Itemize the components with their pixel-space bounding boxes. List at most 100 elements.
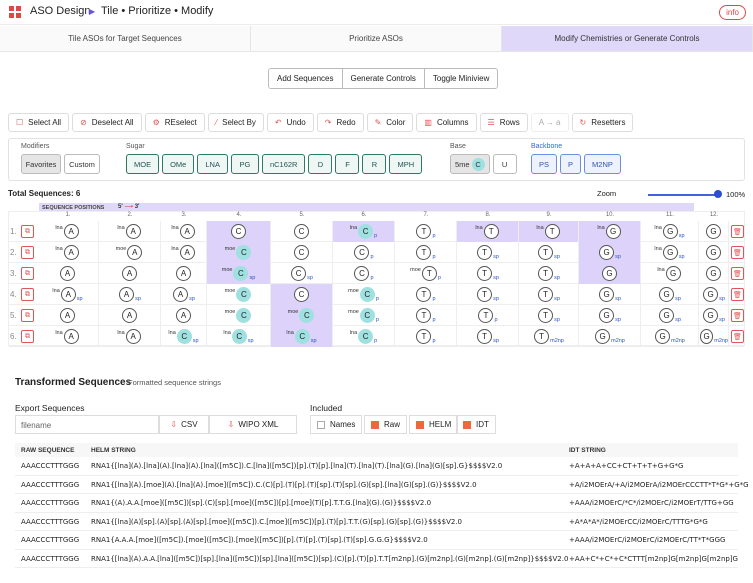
nucleotide-cell[interactable]: lna Csp — [161, 326, 207, 347]
nucleotide-cell[interactable]: A — [37, 305, 99, 326]
sugar-d-button[interactable]: D — [308, 154, 333, 174]
nucleotide-cell[interactable]: moe Tp — [395, 263, 457, 284]
nucleotide-cell[interactable]: Gm2np — [641, 326, 699, 347]
nucleotide-cell[interactable]: lna T — [457, 221, 519, 242]
toolbar-select-by-button[interactable]: ⁄ Select By — [207, 113, 264, 132]
nucleotide-cell[interactable]: Tsp — [457, 242, 519, 263]
nucleotide-cell[interactable]: lna Cp — [333, 326, 395, 347]
nucleotide-cell[interactable]: Tm2np — [519, 326, 579, 347]
export-wipo-button[interactable]: ⇩ WIPO XML — [209, 415, 297, 434]
nucleotide-cell[interactable]: Gsp — [699, 305, 729, 326]
nucleotide-cell[interactable]: Gm2np — [699, 326, 729, 347]
include-raw-checkbox[interactable]: Raw — [364, 415, 408, 434]
nucleotide-cell[interactable]: Gsp — [641, 284, 699, 305]
nucleotide-cell[interactable]: moe Cp — [333, 284, 395, 305]
copy-row-icon[interactable]: ⧉ — [21, 225, 34, 238]
include-names-checkbox[interactable]: Names — [310, 415, 363, 434]
nucleotide-cell[interactable]: Asp — [99, 284, 161, 305]
delete-row-icon[interactable]: 🗑 — [731, 246, 744, 259]
nucleotide-cell[interactable]: C — [271, 242, 333, 263]
nucleotide-cell[interactable]: A — [99, 305, 161, 326]
nucleotide-cell[interactable]: lna Csp — [271, 326, 333, 347]
tab-tile-asos[interactable]: Tile ASOs for Target Sequences — [0, 26, 251, 52]
backbone-m2np-button[interactable]: M2NP — [584, 154, 621, 174]
filename-input[interactable]: filename — [15, 415, 159, 434]
sugar-lna-button[interactable]: LNA — [197, 154, 228, 174]
nucleotide-cell[interactable]: Gsp — [579, 284, 641, 305]
nucleotide-cell[interactable]: moe A — [99, 242, 161, 263]
nucleotide-cell[interactable]: Gsp — [699, 284, 729, 305]
nucleotide-cell[interactable]: Tsp — [519, 305, 579, 326]
nucleotide-cell[interactable]: lna G — [641, 263, 699, 284]
include-helm-checkbox[interactable]: HELM — [409, 415, 459, 434]
nucleotide-cell[interactable]: Tsp — [457, 326, 519, 347]
nucleotide-cell[interactable]: lna A — [37, 242, 99, 263]
toolbar-rows-button[interactable]: ☰ Rows — [479, 113, 528, 132]
nucleotide-cell[interactable]: Csp — [271, 263, 333, 284]
generate-controls-button[interactable]: Generate Controls — [342, 69, 425, 88]
nucleotide-cell[interactable]: lna Cp — [333, 221, 395, 242]
nucleotide-cell[interactable]: Gm2np — [579, 326, 641, 347]
nucleotide-cell[interactable]: Gsp — [579, 305, 641, 326]
nucleotide-cell[interactable]: Tsp — [519, 263, 579, 284]
sequence-row[interactable]: 6. ⧉ lna Alna Alna Csp lna Csp lna Csp lna Cp Tp Tsp T… — [9, 326, 744, 347]
sugar-pg-button[interactable]: PG — [230, 154, 259, 174]
base-5me-button[interactable]: 5me C — [450, 154, 490, 174]
toolbar-resetters-button[interactable]: ↻ Resetters — [571, 113, 634, 132]
nucleotide-cell[interactable]: Gsp — [579, 242, 641, 263]
zoom-slider-track[interactable] — [648, 194, 718, 196]
sequence-row[interactable]: 2. ⧉ lna Amoe Alna Amoe C C Cp Tp Tsp Tsp Gsp lna Gsp G… — [9, 242, 744, 263]
copy-row-icon[interactable]: ⧉ — [21, 288, 34, 301]
custom-button[interactable]: Custom — [64, 154, 100, 174]
nucleotide-cell[interactable]: Tsp — [519, 242, 579, 263]
copy-row-icon[interactable]: ⧉ — [21, 309, 34, 322]
nucleotide-cell[interactable]: Tp — [395, 242, 457, 263]
nucleotide-cell[interactable]: G — [699, 242, 729, 263]
nucleotide-cell[interactable]: G — [579, 263, 641, 284]
nucleotide-cell[interactable]: Tsp — [457, 284, 519, 305]
nucleotide-cell[interactable]: G — [699, 263, 729, 284]
favorites-button[interactable]: Favorites — [21, 154, 61, 174]
nucleotide-cell[interactable]: G — [699, 221, 729, 242]
nucleotide-cell[interactable]: lna T — [519, 221, 579, 242]
nucleotide-cell[interactable]: Cp — [333, 263, 395, 284]
nucleotide-cell[interactable]: Tsp — [457, 263, 519, 284]
copy-row-icon[interactable]: ⧉ — [21, 246, 34, 259]
add-sequences-button[interactable]: Add Sequences — [269, 69, 343, 88]
backbone-ps-button[interactable]: PS — [531, 154, 558, 174]
toolbar-deselect-all-button[interactable]: ⊘ Deselect All — [72, 113, 142, 132]
nucleotide-cell[interactable]: A — [37, 263, 99, 284]
nucleotide-cell[interactable]: lna Gsp — [641, 242, 699, 263]
sugar-r-button[interactable]: R — [362, 154, 387, 174]
zoom-slider-handle[interactable] — [714, 190, 722, 198]
nucleotide-cell[interactable]: lna A — [99, 221, 161, 242]
nucleotide-cell[interactable]: moe C — [207, 242, 271, 263]
nucleotide-cell[interactable]: A — [99, 263, 161, 284]
nucleotide-cell[interactable]: moe Csp — [207, 263, 271, 284]
delete-row-icon[interactable]: 🗑 — [731, 288, 744, 301]
nucleotide-cell[interactable]: Tp — [395, 221, 457, 242]
toggle-miniview-button[interactable]: Toggle Miniview — [424, 69, 498, 88]
nucleotide-cell[interactable]: Gsp — [641, 305, 699, 326]
copy-row-icon[interactable]: ⧉ — [21, 267, 34, 280]
toolbar-redo-button[interactable]: ↷ Redo — [316, 113, 364, 132]
toolbar-undo-button[interactable]: ↶ Undo — [266, 113, 314, 132]
sugar-moe-button[interactable]: MOE — [126, 154, 160, 174]
sequence-row[interactable]: 5. ⧉ A A Amoe Cmoe Cmoe Cp Tp Tp Tsp Gsp Gsp Gsp 🗑 — [9, 305, 744, 326]
delete-row-icon[interactable]: 🗑 — [731, 225, 744, 238]
nucleotide-cell[interactable]: Asp — [161, 284, 207, 305]
tab-prioritize[interactable]: Prioritize ASOs — [251, 26, 502, 52]
toolbar-color-button[interactable]: ✎ Color — [366, 113, 414, 132]
nucleotide-cell[interactable]: lna Gsp — [641, 221, 699, 242]
sugar-ome-button[interactable]: OMe — [162, 154, 195, 174]
nucleotide-cell[interactable]: Cp — [333, 242, 395, 263]
nucleotide-cell[interactable]: lna A — [37, 221, 99, 242]
export-csv-button[interactable]: ⇩ CSV — [159, 415, 209, 434]
toolbar-reselect-button[interactable]: ⚙ REselect — [144, 113, 205, 132]
delete-row-icon[interactable]: 🗑 — [731, 309, 744, 322]
nucleotide-cell[interactable]: A — [161, 263, 207, 284]
backbone-p-button[interactable]: P — [560, 154, 582, 174]
nucleotide-cell[interactable]: Tsp — [519, 284, 579, 305]
nucleotide-cell[interactable]: moe C — [271, 305, 333, 326]
tab-modify-chemistries[interactable]: Modify Chemistries or Generate Controls — [502, 26, 753, 52]
